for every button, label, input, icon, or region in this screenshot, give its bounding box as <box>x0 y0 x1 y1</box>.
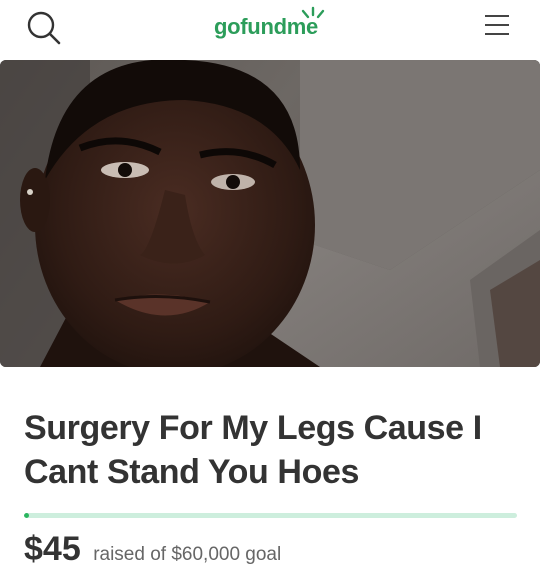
hamburger-menu-icon[interactable] <box>481 10 513 40</box>
raised-goal-text: raised of $60,000 goal <box>93 544 282 565</box>
donation-progress-bar <box>24 513 517 518</box>
campaign-title: Surgery For My Legs Cause I Cant Stand Y… <box>24 409 482 491</box>
progress-fill <box>24 513 29 518</box>
search-icon[interactable] <box>24 8 64 48</box>
top-nav-bar: gofundme <box>0 0 540 60</box>
campaign-photo <box>0 60 540 367</box>
logo-rays-icon <box>301 6 325 19</box>
raised-summary: $45 raised of $60,000 goal <box>24 530 281 570</box>
raised-amount: $45 <box>24 530 81 568</box>
gofundme-logo[interactable]: gofundme <box>214 6 334 46</box>
